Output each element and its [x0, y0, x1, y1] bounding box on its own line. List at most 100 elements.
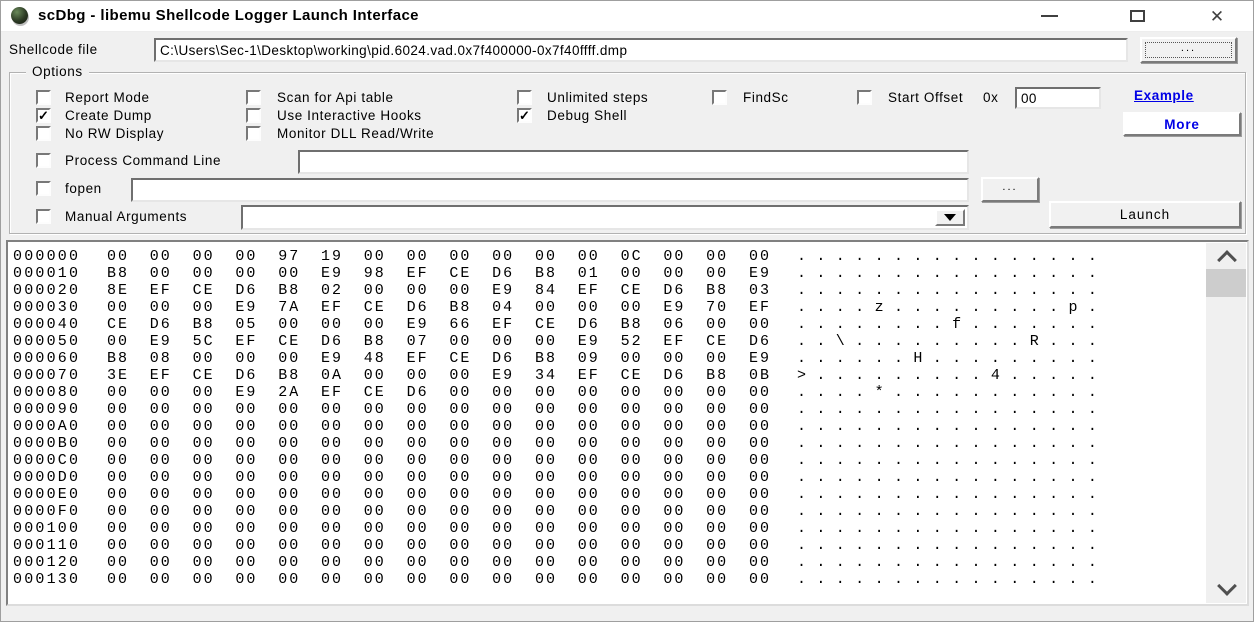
hex-bytes: 00000000000000000000000000000000: [107, 503, 792, 520]
hex-row: 00010000000000000000000000000000000000..…: [8, 520, 1203, 537]
hex-row: 0000D000000000000000000000000000000000..…: [8, 469, 1203, 486]
window-title: scDbg - libemu Shellcode Logger Launch I…: [38, 7, 419, 24]
start-offset-input[interactable]: [1015, 87, 1101, 109]
hex-ascii: ................: [797, 520, 1107, 537]
hex-ascii: ................: [797, 486, 1107, 503]
hex-ascii: ................: [797, 503, 1107, 520]
hex-bytes: B800000000E998EFCED6B801000000E9: [107, 265, 792, 282]
combo-dropdown-button[interactable]: [935, 209, 965, 226]
launch-button-label: Launch: [1120, 207, 1170, 222]
hex-ascii: ................: [797, 571, 1107, 588]
hex-ascii: >.........4.....: [797, 367, 1107, 384]
hex-offset: 0000B0: [13, 435, 80, 452]
hex-row: 0000E000000000000000000000000000000000..…: [8, 486, 1203, 503]
findsc-checkbox[interactable]: [712, 90, 727, 105]
hex-bytes: 00000000000000000000000000000000: [107, 435, 792, 452]
hex-row: 00009000000000000000000000000000000000..…: [8, 401, 1203, 418]
process-command-line-input[interactable]: [298, 150, 969, 174]
scan-api-table-checkbox[interactable]: [246, 90, 261, 105]
scrollbar-thumb[interactable]: [1206, 269, 1246, 297]
fopen-checkbox[interactable]: [36, 181, 51, 196]
hex-row: 00012000000000000000000000000000000000..…: [8, 554, 1203, 571]
interactive-hooks-label: Use Interactive Hooks: [277, 108, 422, 123]
interactive-hooks-checkbox[interactable]: [246, 108, 261, 123]
hex-offset: 000090: [13, 401, 80, 418]
hex-offset: 000070: [13, 367, 80, 384]
hex-offset: 000100: [13, 520, 80, 537]
hex-ascii: ................: [797, 452, 1107, 469]
hex-ascii: ................: [797, 418, 1107, 435]
shellcode-file-input[interactable]: [154, 38, 1128, 62]
chevron-down-icon: [944, 214, 956, 221]
hex-ascii: ................: [797, 265, 1107, 282]
hex-row: 0000F000000000000000000000000000000000..…: [8, 503, 1203, 520]
shellcode-file-label: Shellcode file: [9, 42, 98, 57]
debug-shell-label: Debug Shell: [547, 108, 627, 123]
app-window: scDbg - libemu Shellcode Logger Launch I…: [0, 0, 1254, 622]
scroll-down-icon[interactable]: [1217, 576, 1237, 596]
hex-offset: 000060: [13, 350, 80, 367]
hex-offset: 0000E0: [13, 486, 80, 503]
report-mode-checkbox[interactable]: [36, 90, 51, 105]
fopen-browse-label: ...: [1002, 181, 1017, 193]
unlimited-steps-checkbox[interactable]: [517, 90, 532, 105]
hex-offset: 000120: [13, 554, 80, 571]
more-button[interactable]: More: [1123, 112, 1241, 136]
hex-ascii: ................: [797, 435, 1107, 452]
fopen-browse-button[interactable]: ...: [981, 177, 1039, 202]
hex-ascii: ....z.........p.: [797, 299, 1107, 316]
hex-ascii: ................: [797, 401, 1107, 418]
scan-api-table-label: Scan for Api table: [277, 90, 394, 105]
hex-bytes: 000000E97AEFCED6B804000000E970EF: [107, 299, 792, 316]
hex-bytes: 00000000000000000000000000000000: [107, 469, 792, 486]
process-command-line-checkbox[interactable]: [36, 153, 51, 168]
hex-row: 00011000000000000000000000000000000000..…: [8, 537, 1203, 554]
minimize-button[interactable]: [1008, 1, 1090, 31]
hex-offset: 000040: [13, 316, 80, 333]
launch-button[interactable]: Launch: [1049, 201, 1241, 228]
hex-offset: 0000D0: [13, 469, 80, 486]
hex-offset: 000080: [13, 384, 80, 401]
hex-dump-view: 0000000000000097190000000000000C000000..…: [6, 240, 1249, 606]
start-offset-label: Start Offset: [888, 90, 963, 105]
start-offset-checkbox[interactable]: [857, 90, 872, 105]
findsc-label: FindSc: [743, 90, 789, 105]
hex-offset: 000020: [13, 282, 80, 299]
debug-shell-checkbox[interactable]: ✓: [517, 108, 532, 123]
vertical-scrollbar[interactable]: [1206, 243, 1246, 603]
hex-row: 0000B0 00000000000000000000000000000000..…: [8, 435, 1203, 452]
hex-bytes: 00000000000000000000000000000000: [107, 537, 792, 554]
scroll-up-icon[interactable]: [1217, 250, 1237, 270]
hex-ascii: ................: [797, 282, 1107, 299]
close-button[interactable]: ✕: [1179, 1, 1254, 31]
browse-button[interactable]: ...: [1140, 37, 1237, 63]
create-dump-checkbox[interactable]: ✓: [36, 108, 51, 123]
hex-row: 000030000000E97AEFCED6B804000000E970EF..…: [8, 299, 1203, 316]
hex-bytes: 00000000000000000000000000000000: [107, 452, 792, 469]
no-rw-display-checkbox[interactable]: [36, 126, 51, 141]
hex-row: 000040CED6B805000000E966EFCED6B8060000..…: [8, 316, 1203, 333]
hex-offset: 000010: [13, 265, 80, 282]
maximize-icon: [1130, 10, 1145, 22]
hex-row: 0000A000000000000000000000000000000000..…: [8, 418, 1203, 435]
hex-offset: 000110: [13, 537, 80, 554]
hex-offset: 0000C0: [13, 452, 80, 469]
maximize-button[interactable]: [1095, 1, 1179, 31]
report-mode-label: Report Mode: [65, 90, 150, 105]
fopen-input[interactable]: [131, 178, 969, 202]
hex-offset: 000050: [13, 333, 80, 350]
hex-offset: 0000A0: [13, 418, 80, 435]
manual-arguments-combobox[interactable]: [241, 205, 969, 230]
titlebar: scDbg - libemu Shellcode Logger Launch I…: [1, 1, 1253, 32]
monitor-dll-label: Monitor DLL Read/Write: [277, 126, 434, 141]
hex-offset: 000130: [13, 571, 80, 588]
browse-button-label: ...: [1181, 42, 1196, 54]
hex-row: 000080000000E92AEFCED60000000000000000..…: [8, 384, 1203, 401]
example-link[interactable]: Example: [1134, 88, 1194, 103]
hex-bytes: B808000000E948EFCED6B809000000E9: [107, 350, 792, 367]
hex-ascii: ....*...........: [797, 384, 1107, 401]
monitor-dll-checkbox[interactable]: [246, 126, 261, 141]
unlimited-steps-label: Unlimited steps: [547, 90, 648, 105]
manual-arguments-checkbox[interactable]: [36, 209, 51, 224]
hex-row: 00013000000000000000000000000000000000..…: [8, 571, 1203, 588]
